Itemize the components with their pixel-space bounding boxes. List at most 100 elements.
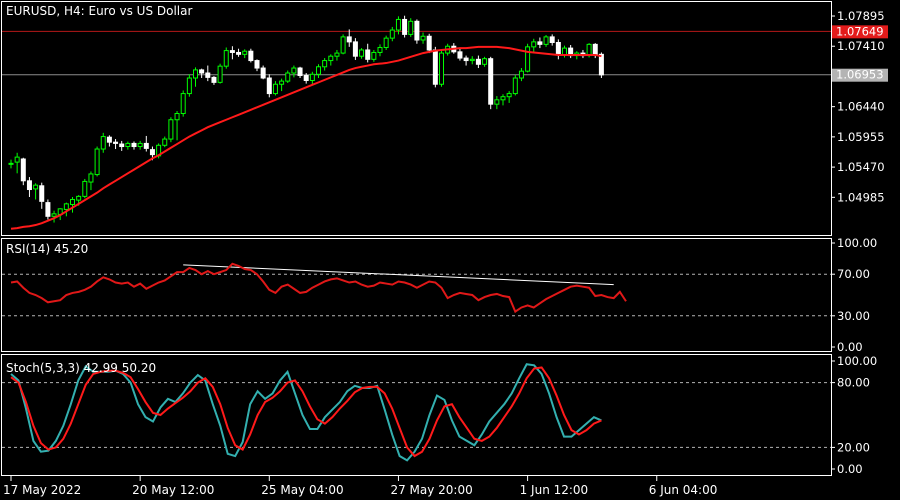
candle-body[interactable] (371, 51, 377, 60)
candle-body[interactable] (562, 47, 567, 56)
stoch-tick-label: 0.00 (837, 462, 863, 476)
candle-body[interactable] (334, 52, 340, 57)
candle-body[interactable] (125, 142, 131, 148)
candle-body[interactable] (100, 136, 106, 150)
candle-body[interactable] (45, 202, 51, 217)
candle-body[interactable] (426, 35, 432, 51)
candle-body[interactable] (316, 66, 321, 75)
candle-body[interactable] (205, 72, 211, 78)
candle-body[interactable] (223, 50, 229, 67)
candle-body[interactable] (217, 65, 223, 83)
candle-body[interactable] (414, 20, 420, 41)
candle-body[interactable] (266, 77, 272, 95)
candle-body[interactable] (168, 119, 174, 140)
candle-body[interactable] (543, 36, 549, 45)
candle-body[interactable] (457, 51, 463, 59)
rsi-label: RSI(14) 45.20 (6, 242, 88, 256)
candle-body[interactable] (113, 141, 119, 144)
candle-body[interactable] (389, 29, 395, 39)
candle-body[interactable] (272, 83, 278, 95)
candle-body[interactable] (180, 93, 186, 115)
candle-body[interactable] (248, 50, 254, 62)
candle-body[interactable] (39, 185, 45, 202)
candle-body[interactable] (193, 69, 198, 79)
candle-body[interactable] (94, 148, 100, 176)
candle-body[interactable] (469, 58, 475, 62)
candle-body[interactable] (494, 99, 500, 105)
candle-body[interactable] (303, 75, 309, 81)
candle-body[interactable] (512, 77, 518, 95)
candle-body[interactable] (143, 142, 149, 149)
stoch-tick-label: 20.00 (837, 440, 870, 454)
candle-body[interactable] (82, 180, 88, 197)
candle-body[interactable] (346, 36, 352, 43)
candle-body[interactable] (383, 37, 389, 48)
candle-body[interactable] (408, 20, 414, 35)
candle-body[interactable] (463, 57, 469, 62)
candle-body[interactable] (242, 50, 248, 55)
candle-body[interactable] (395, 18, 401, 31)
candle-body[interactable] (500, 96, 506, 101)
candle-body[interactable] (149, 149, 155, 156)
rsi-tick-label: 30.00 (837, 309, 870, 323)
candle-body[interactable] (279, 80, 285, 85)
candle-body[interactable] (586, 43, 592, 57)
candle-body[interactable] (359, 49, 365, 57)
candle-body[interactable] (51, 213, 57, 217)
price-tag-red-label: 1.07649 (836, 24, 884, 38)
candle-body[interactable] (186, 77, 192, 95)
candle-body[interactable] (482, 58, 488, 65)
candle-body[interactable] (592, 43, 598, 55)
candle-body[interactable] (254, 60, 260, 69)
candle-body[interactable] (8, 162, 14, 165)
candle-body[interactable] (236, 51, 242, 55)
candle-body[interactable] (291, 67, 297, 74)
candle-body[interactable] (137, 142, 143, 148)
candle-body[interactable] (260, 67, 266, 79)
candle-body[interactable] (340, 36, 346, 54)
candle-body[interactable] (131, 142, 137, 148)
candle-body[interactable] (174, 113, 180, 121)
candle-body[interactable] (26, 180, 32, 191)
candle-body[interactable] (322, 60, 328, 68)
candle-body[interactable] (439, 52, 444, 85)
candle-body[interactable] (432, 49, 438, 85)
candle-body[interactable] (229, 50, 235, 53)
candle-body[interactable] (106, 136, 112, 143)
candle-body[interactable] (328, 55, 334, 62)
chart-title: EURUSD, H4: Euro vs US Dollar (6, 4, 192, 18)
candle-body[interactable] (555, 41, 561, 56)
price-tag-gray-label: 1.06953 (836, 68, 884, 82)
candle-body[interactable] (297, 67, 303, 77)
candle-body[interactable] (309, 73, 315, 81)
candle-body[interactable] (211, 76, 217, 83)
candle-body[interactable] (199, 69, 205, 74)
candle-body[interactable] (506, 93, 512, 98)
trading-chart[interactable]: EURUSD, H4: Euro vs US Dollar 1.078951.0… (0, 0, 900, 500)
rsi-tick-label: 0.00 (837, 340, 863, 354)
candle-body[interactable] (88, 173, 94, 183)
candle-body[interactable] (531, 41, 537, 48)
candle-body[interactable] (420, 35, 426, 41)
candle-body[interactable] (365, 49, 371, 60)
candle-body[interactable] (377, 46, 383, 53)
candle-body[interactable] (63, 203, 69, 210)
candle-body[interactable] (285, 72, 291, 82)
candle-body[interactable] (14, 156, 20, 163)
candle-body[interactable] (20, 158, 26, 182)
candle-body[interactable] (518, 70, 524, 79)
candle-body[interactable] (402, 18, 408, 35)
candle-body[interactable] (598, 53, 604, 76)
candle-body[interactable] (488, 58, 494, 105)
candle-body[interactable] (70, 198, 75, 205)
candle-body[interactable] (352, 41, 358, 57)
candle-body[interactable] (119, 143, 125, 148)
time-tick-label: 1 Jun 12:00 (520, 483, 589, 497)
candle-body[interactable] (475, 58, 481, 65)
candle-body[interactable] (76, 195, 82, 201)
candle-body[interactable] (162, 138, 168, 146)
candle-body[interactable] (525, 46, 531, 72)
candle-body[interactable] (537, 41, 543, 45)
candle-body[interactable] (33, 184, 39, 190)
candle-body[interactable] (549, 36, 555, 43)
